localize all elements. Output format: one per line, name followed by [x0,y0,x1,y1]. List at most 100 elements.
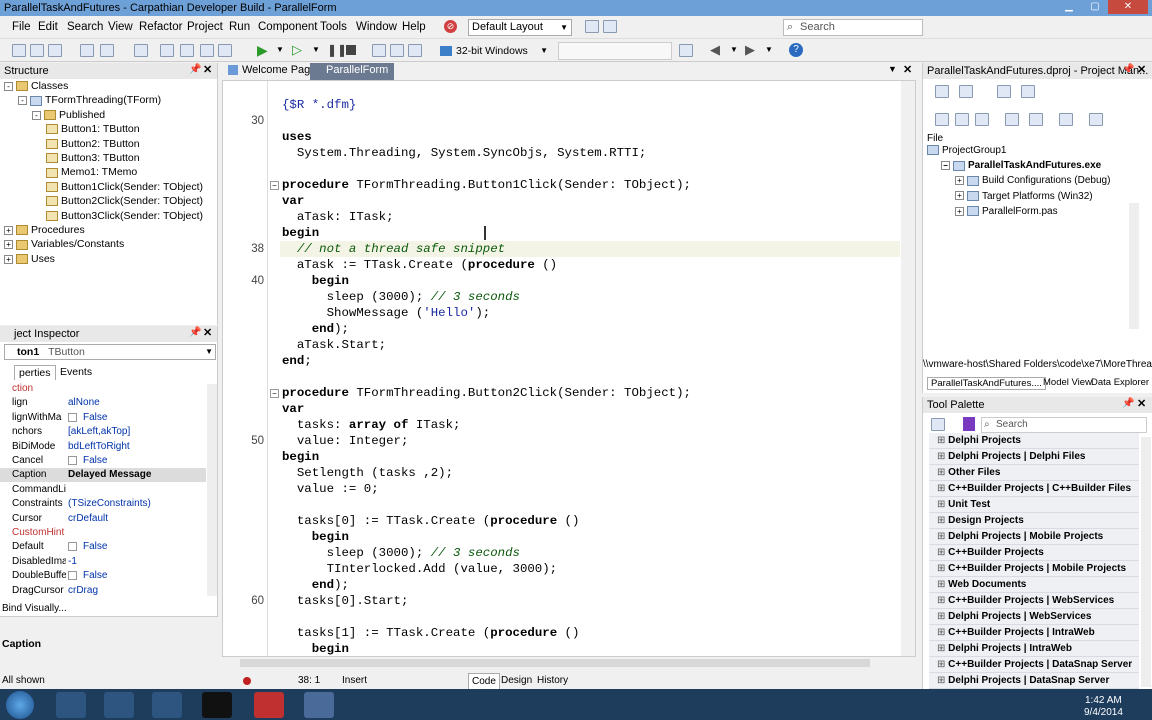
property-row[interactable]: Cursor crDefault [0,512,206,526]
code-line[interactable]: {$R *.dfm} [282,97,356,113]
close-button[interactable]: ✕ [1108,0,1148,14]
palette-category[interactable]: ⊞ C++Builder Projects | DataSnap Server [929,657,1139,673]
code-line[interactable]: aTask.Start; [282,337,386,353]
code-line[interactable]: System.Threading, System.SyncObjs, Syste… [282,145,647,161]
structure-node[interactable]: - TFormThreading(TForm) [18,94,161,106]
palette-category[interactable]: ⊞ C++Builder Projects [929,545,1139,561]
toggle-form-unit-icon[interactable] [180,44,194,57]
pin-icon[interactable]: 📌 [1122,64,1134,75]
object-selector[interactable]: ton1 TButton ▼ [4,344,216,360]
structure-node[interactable]: Button3Click(Sender: TObject) [46,210,203,222]
code-line[interactable]: aTask: ITask; [282,209,394,225]
pin-icon[interactable]: 📌 [189,64,201,75]
step-over-icon[interactable] [390,44,404,57]
code-line[interactable]: begin [282,641,349,657]
help-icon[interactable]: ? [789,43,803,57]
tree-toggle-icon[interactable]: + [4,254,13,264]
structure-node[interactable]: Button3: TButton [46,152,140,164]
palette-category[interactable]: ⊞ Web Documents [929,577,1139,593]
activate-icon[interactable] [935,85,949,98]
ide-icon[interactable] [304,692,334,718]
tree-toggle-icon[interactable]: + [4,240,13,250]
checkbox-icon[interactable] [68,571,77,581]
add-icon[interactable] [959,85,973,98]
code-line[interactable]: value: Integer; [282,433,409,449]
open-icon[interactable] [48,44,62,57]
set-debug-layout-icon[interactable] [603,20,617,33]
property-row[interactable]: lign alNone [0,396,206,410]
back-icon[interactable]: ◀ [710,42,720,58]
cmd-icon[interactable] [202,692,232,718]
build-icon[interactable] [1029,113,1043,126]
filter-icon[interactable] [1089,113,1103,126]
menu-help[interactable]: Help [402,21,426,33]
code-line[interactable]: end); [282,577,349,593]
structure-node[interactable]: Button1Click(Sender: TObject) [46,181,203,193]
menu-component[interactable]: Component [258,21,317,33]
chevron-down-icon[interactable]: ▼ [765,45,773,54]
tab-model-view[interactable]: Model View [1041,377,1094,388]
expand-icon[interactable]: ⊞ [937,579,948,590]
menu-project[interactable]: Project [187,21,223,33]
expand-icon[interactable]: ⊞ [937,531,948,542]
checkbox-icon[interactable] [68,455,77,465]
minimize-button[interactable]: ▁ [1056,0,1082,14]
close-icon[interactable]: ✕ [1137,63,1146,76]
palette-category[interactable]: ⊞ C++Builder Projects | WebServices [929,593,1139,609]
code-line[interactable]: value := 0; [282,481,379,497]
inspector-scrollbar[interactable] [207,384,217,596]
ide-search-input[interactable]: ⌕ Search [783,19,923,36]
property-value-cell[interactable]: alNone [68,396,100,410]
property-row[interactable]: CustomHint [0,526,206,540]
palette-category[interactable]: ⊞ C++Builder Projects | IntraWeb [929,625,1139,641]
tab-data-explorer[interactable]: Data Explorer [1089,377,1151,388]
menu-search[interactable]: Search [67,21,103,33]
palette-category[interactable]: ⊞ Delphi Projects | Delphi Files [929,449,1139,465]
start-button-icon[interactable] [6,691,34,719]
palette-category[interactable]: ⊞ Design Projects [929,513,1139,529]
checkbox-icon[interactable] [68,412,77,422]
fold-toggle-icon[interactable]: − [270,181,279,190]
device-select[interactable] [558,42,672,60]
code-line[interactable]: begin [282,225,319,241]
tab-welcome-page[interactable]: Welcome Page [242,64,316,76]
code-line[interactable]: ShowMessage ('Hello'); [282,305,491,321]
palette-category[interactable]: ⊞ Delphi Projects | WebServices [929,609,1139,625]
code-line[interactable]: // not a thread safe snippet [282,241,505,257]
property-row[interactable]: BiDiMode bdLeftToRight [0,440,206,454]
property-row[interactable]: Constraints (TSizeConstraints) [0,497,206,511]
run-without-debug-icon[interactable]: ▷ [292,42,302,58]
project-tree-node[interactable]: + Target Platforms (Win32) [955,191,1093,202]
code-line[interactable]: end; [282,353,312,369]
code-line[interactable]: uses [282,129,312,145]
property-row[interactable]: Default False [0,540,206,554]
close-icon[interactable]: ✕ [903,63,912,76]
project-tree-node[interactable]: ProjectGroup1 [927,145,1006,156]
property-row[interactable]: CommandLi [0,483,206,497]
code-line[interactable]: var [282,401,304,417]
code-line[interactable]: var [282,193,304,209]
fold-toggle-icon[interactable]: − [270,389,279,398]
code-line[interactable]: begin [282,273,349,289]
expand-icon[interactable]: ⊞ [937,627,948,638]
tree-toggle-icon[interactable]: - [32,110,41,120]
palette-category[interactable]: ⊞ C++Builder Projects | C++Builder Files [929,481,1139,497]
palette-category[interactable]: ⊞ Delphi Projects [929,433,1139,449]
tab-design[interactable]: Design [498,673,535,689]
expand-icon[interactable]: ⊞ [937,483,948,494]
structure-node[interactable]: - Classes [4,80,68,92]
structure-node[interactable]: Button2Click(Sender: TObject) [46,195,203,207]
tab-project[interactable]: ParallelTaskAndFutures.... [927,377,1046,390]
options-icon[interactable] [1021,85,1035,98]
save-all-icon[interactable] [160,44,174,57]
property-value-cell[interactable]: crDrag [68,584,98,598]
expand-icon[interactable]: ⊞ [937,547,948,558]
code-line[interactable]: procedure TFormThreading.Button2Click(Se… [282,385,691,401]
chevron-down-icon[interactable]: ▼ [888,64,897,74]
property-value-cell[interactable]: (TSizeConstraints) [68,497,151,511]
menu-edit[interactable]: Edit [38,21,58,33]
menu-window[interactable]: Window [356,21,397,33]
close-icon[interactable]: ✕ [203,326,212,339]
expand-icon[interactable]: ⊞ [937,675,948,686]
sort-icon[interactable] [1005,113,1019,126]
